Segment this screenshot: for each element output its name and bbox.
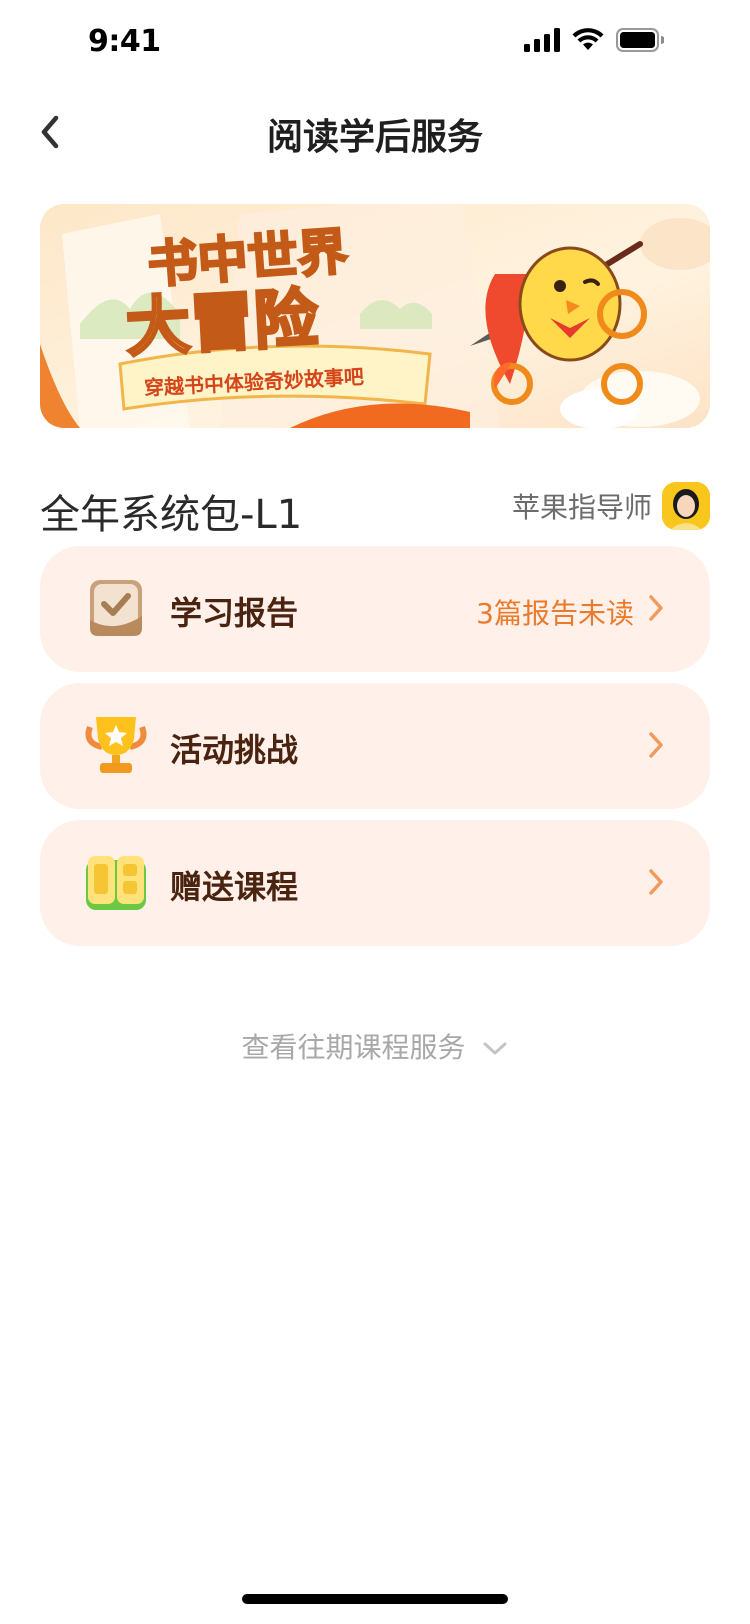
view-past-services-link[interactable]: 查看往期课程服务 (0, 1026, 750, 1066)
mentor-contact[interactable]: 苹果指导师 (512, 482, 710, 530)
status-time: 9:41 (88, 24, 161, 59)
status-bar: 9:41 (0, 0, 750, 88)
view-past-services-label: 查看往期课程服务 (241, 1031, 466, 1064)
trophy-icon (85, 717, 147, 773)
card-activity-challenge[interactable]: 活动挑战 (40, 683, 710, 809)
book-icon (86, 856, 146, 910)
home-indicator[interactable] (242, 1594, 508, 1604)
card-label: 活动挑战 (170, 731, 299, 769)
mentor-label: 苹果指导师 (511, 491, 652, 524)
card-label: 学习报告 (170, 594, 299, 632)
card-study-report[interactable]: 学习报告 3篇报告未读 (40, 546, 710, 672)
banner-illustration: 书中世界 大冒险 穿越书中体验奇妙故事吧 (40, 204, 710, 428)
nav-bar: 阅读学后服务 (0, 88, 750, 176)
status-icons (524, 28, 664, 52)
card-label: 赠送课程 (170, 868, 299, 906)
card-gift-course[interactable]: 赠送课程 (40, 820, 710, 946)
wifi-icon (572, 28, 604, 50)
chevron-right-icon (649, 595, 663, 621)
banner-title-line2: 大冒险 (124, 282, 321, 366)
package-title: 全年系统包-L1 (40, 492, 303, 538)
promo-banner[interactable]: 书中世界 大冒险 穿越书中体验奇妙故事吧 (40, 204, 710, 428)
cellular-signal-icon (524, 28, 560, 52)
page-title: 阅读学后服务 (266, 117, 483, 158)
battery-icon (616, 28, 664, 52)
report-icon (90, 580, 142, 636)
chevron-right-icon (649, 732, 663, 758)
unread-report-hint: 3篇报告未读 (476, 597, 634, 630)
mentor-avatar (662, 482, 710, 530)
chevron-right-icon (649, 869, 663, 895)
chevron-down-icon (483, 1042, 507, 1055)
